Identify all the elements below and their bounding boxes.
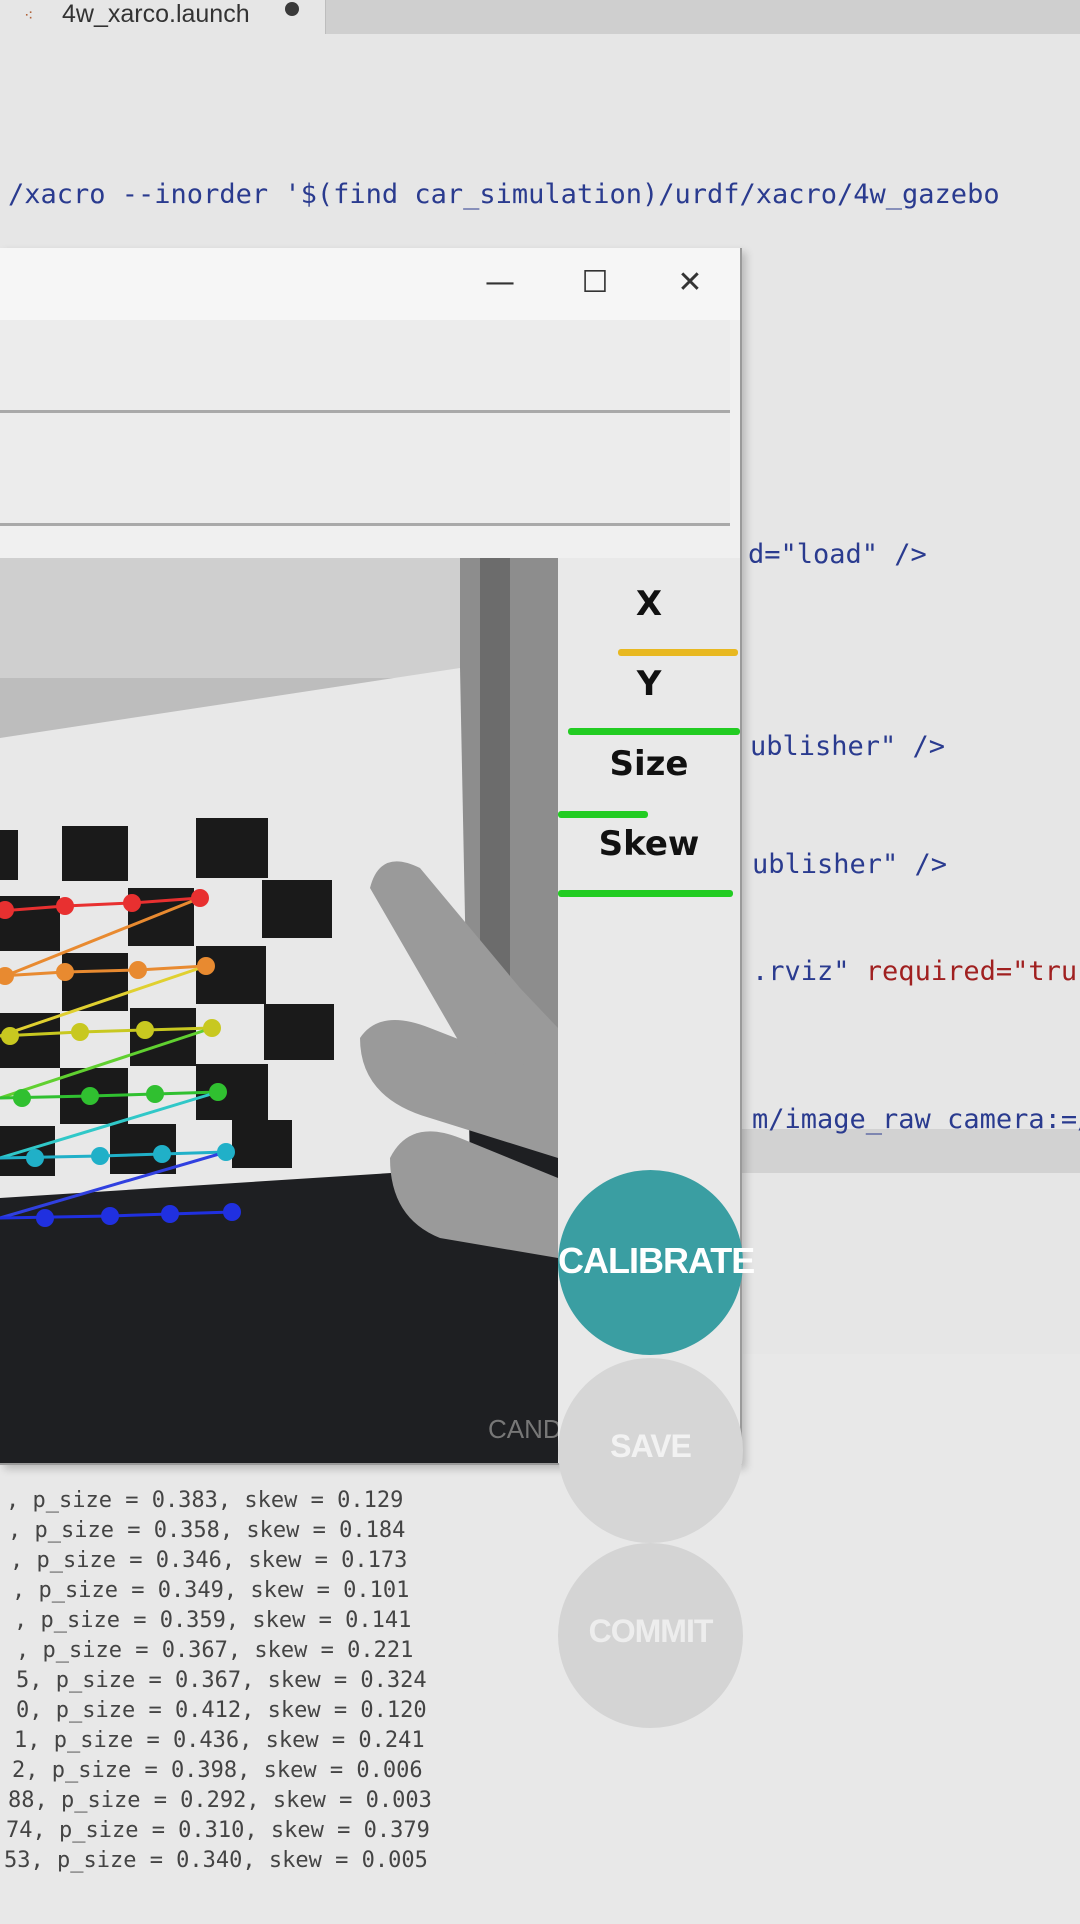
metric-skew-bar — [558, 890, 733, 897]
window-toolbar-bottom — [0, 413, 730, 526]
code-rviz-attr: required="tru — [865, 956, 1078, 987]
code-line-publisher-2: ublisher" /> — [752, 849, 948, 880]
code-line-publisher-1: ublisher" /> — [750, 731, 946, 762]
calibration-sidebar: X Y Size Skew CALIBRATE SAVE COMMIT — [558, 558, 755, 1728]
close-button[interactable]: ✕ — [665, 260, 715, 306]
save-label: SAVE — [610, 1428, 692, 1464]
camera-overlay-text: CAND — [488, 1414, 558, 1444]
terminal-line: , p_size = 0.349, skew = 0.101 — [12, 1578, 410, 1603]
calibration-window: — ☐ ✕ CAND X Y Size Skew CALIBRATE SAVE … — [0, 248, 755, 1728]
terminal-line: 88, p_size = 0.292, skew = 0.003 — [8, 1788, 432, 1813]
terminal-line: 5, p_size = 0.367, skew = 0.324 — [16, 1668, 427, 1693]
terminal-line: 74, p_size = 0.310, skew = 0.379 — [6, 1818, 430, 1843]
terminal-line: , p_size = 0.367, skew = 0.221 — [16, 1638, 414, 1663]
terminal-line: 0, p_size = 0.412, skew = 0.120 — [16, 1698, 427, 1723]
save-button[interactable]: SAVE — [558, 1358, 743, 1543]
tab-title: 4w_xarco.launch — [62, 0, 250, 28]
terminal-line: 2, p_size = 0.398, skew = 0.006 — [12, 1758, 423, 1783]
terminal-line: 1, p_size = 0.436, skew = 0.241 — [14, 1728, 425, 1753]
unsaved-dot-icon — [285, 2, 299, 16]
editor-tab-bar: ⁖ 4w_xarco.launch — [0, 0, 1080, 34]
metric-size-label: Size — [609, 744, 689, 784]
terminal-line: , p_size = 0.383, skew = 0.129 — [6, 1488, 404, 1513]
terminal-line: , p_size = 0.359, skew = 0.141 — [14, 1608, 412, 1633]
terminal-line: , p_size = 0.358, skew = 0.184 — [8, 1518, 406, 1543]
metric-skew-label: Skew — [598, 824, 700, 864]
camera-feed: CAND — [0, 558, 558, 1463]
code-line-image-raw: m/image_raw camera:=/ — [752, 1104, 1080, 1135]
window-toolbar-top — [0, 320, 730, 413]
terminal-line: 53, p_size = 0.340, skew = 0.005 — [4, 1848, 428, 1873]
code-line-load: d="load" /> — [748, 539, 927, 570]
rss-icon: ⁖ — [24, 6, 34, 25]
metric-x-bar — [618, 649, 738, 656]
calibrate-label: CALIBRATE — [558, 1240, 755, 1281]
commit-button[interactable]: COMMIT — [558, 1543, 743, 1728]
line-highlight — [740, 1129, 1080, 1173]
metric-x-label: X — [635, 584, 663, 624]
code-rviz-string: .rviz" — [752, 956, 866, 987]
tab-launch-file[interactable]: ⁖ 4w_xarco.launch — [0, 0, 326, 34]
calibrate-button[interactable]: CALIBRATE — [558, 1170, 755, 1355]
window-titlebar[interactable]: — ☐ ✕ — [0, 248, 740, 320]
terminal-line: , p_size = 0.346, skew = 0.173 — [10, 1548, 408, 1573]
commit-label: COMMIT — [588, 1613, 714, 1649]
code-line-rviz: .rviz" required="tru — [752, 956, 1077, 987]
camera-image: CAND — [0, 558, 558, 1463]
minimize-button[interactable]: — — [475, 260, 525, 306]
metric-size-bar — [558, 811, 648, 818]
code-line-xacro: /xacro --inorder '$(find car_simulation)… — [8, 179, 1000, 210]
metric-y-bar — [568, 728, 740, 735]
maximize-button[interactable]: ☐ — [570, 260, 620, 306]
metric-y-label: Y — [636, 664, 662, 704]
